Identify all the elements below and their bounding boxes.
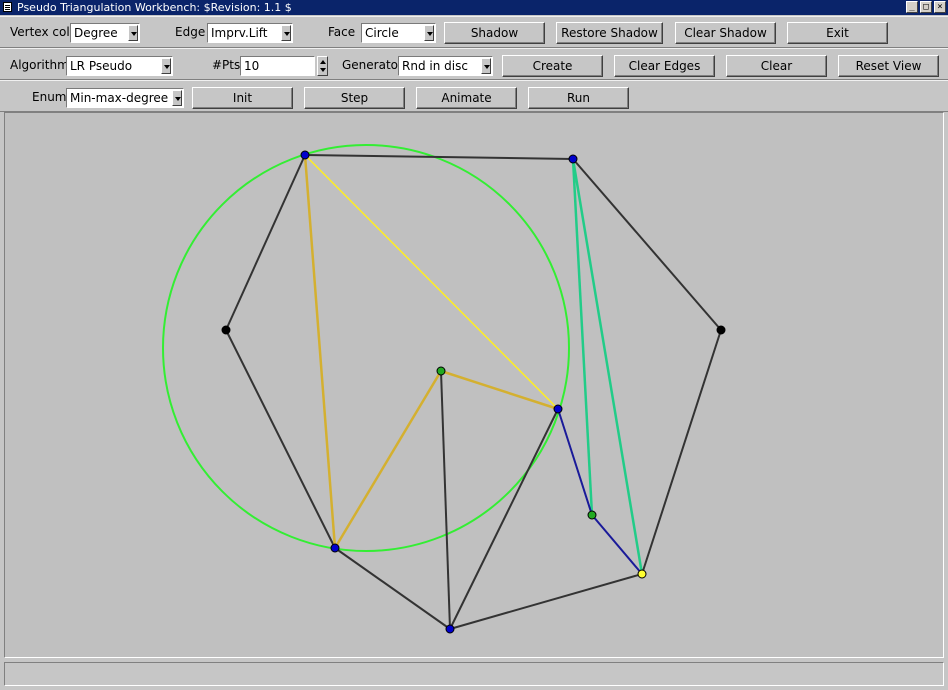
vertex[interactable] — [436, 366, 446, 376]
maximize-button[interactable]: □ — [920, 1, 932, 13]
algorithm-label: Algorithm — [10, 58, 69, 72]
face-select[interactable]: Circle — [361, 23, 436, 43]
vertex-col-value: Degree — [74, 26, 118, 40]
minimize-button[interactable]: _ — [906, 1, 918, 13]
vertex-col-select[interactable]: Degree — [70, 23, 140, 43]
restore-shadow-button[interactable]: Restore Shadow — [556, 22, 663, 44]
chevron-down-icon[interactable] — [481, 58, 491, 74]
create-button[interactable]: Create — [502, 55, 603, 77]
edge — [572, 158, 722, 331]
chevron-down-icon[interactable] — [281, 25, 291, 41]
vertex[interactable] — [221, 325, 231, 335]
display-toolbar: Vertex col Degree Edge Imprv.Lift Face C… — [0, 16, 948, 48]
close-button[interactable]: × — [934, 1, 946, 13]
vertex[interactable] — [637, 569, 647, 579]
vertex-col-label: Vertex col — [10, 25, 70, 39]
vertex[interactable] — [330, 543, 340, 553]
clear-shadow-button[interactable]: Clear Shadow — [675, 22, 776, 44]
npts-input[interactable]: 10 — [240, 56, 315, 76]
chevron-down-icon[interactable] — [161, 58, 171, 74]
edge — [225, 154, 306, 331]
vertex[interactable] — [445, 624, 455, 634]
edge — [449, 573, 643, 630]
edge — [333, 370, 443, 549]
face-label: Face — [328, 25, 356, 39]
animate-button[interactable]: Animate — [416, 87, 517, 109]
npts-label: #Pts — [212, 58, 241, 72]
enum-select[interactable]: Min-max-degree — [66, 88, 184, 108]
algorithm-toolbar: Algorithm LR Pseudo #Pts 10 Generator Rn… — [0, 48, 948, 80]
status-bar — [4, 662, 944, 686]
generator-value: Rnd in disc — [402, 59, 468, 73]
shadow-button[interactable]: Shadow — [444, 22, 545, 44]
npts-value: 10 — [244, 59, 260, 73]
canvas-drawing — [162, 144, 726, 634]
edge-value: Imprv.Lift — [211, 26, 268, 40]
title-bar: Pseudo Triangulation Workbench: $Revisio… — [0, 0, 948, 15]
enum-label: Enum — [32, 90, 67, 104]
edge — [440, 369, 559, 411]
generator-label: Generator — [342, 58, 403, 72]
face-circle — [162, 144, 570, 552]
npts-spinner[interactable] — [317, 56, 328, 76]
vertex[interactable] — [300, 150, 310, 160]
vertex[interactable] — [553, 404, 563, 414]
edge — [440, 370, 451, 630]
enumeration-toolbar: Enum Min-max-degree Init Step Animate Ru… — [0, 80, 948, 112]
vertex[interactable] — [587, 510, 597, 520]
step-button[interactable]: Step — [304, 87, 405, 109]
reset-view-button[interactable]: Reset View — [838, 55, 939, 77]
exit-button[interactable]: Exit — [787, 22, 888, 44]
edge — [449, 408, 559, 630]
clear-button[interactable]: Clear — [726, 55, 827, 77]
edge-label: Edge — [175, 25, 206, 39]
face-value: Circle — [365, 26, 399, 40]
vertex[interactable] — [568, 154, 578, 164]
chevron-down-icon[interactable] — [424, 25, 434, 41]
spin-down-icon[interactable] — [320, 68, 326, 72]
window-menu-icon[interactable] — [3, 2, 12, 12]
chevron-down-icon[interactable] — [128, 25, 138, 41]
edge-select[interactable]: Imprv.Lift — [207, 23, 293, 43]
generator-select[interactable]: Rnd in disc — [398, 56, 493, 76]
init-button[interactable]: Init — [192, 87, 293, 109]
run-button[interactable]: Run — [528, 87, 629, 109]
edge — [641, 329, 722, 575]
clear-edges-button[interactable]: Clear Edges — [614, 55, 715, 77]
vertex[interactable] — [716, 325, 726, 335]
chevron-down-icon[interactable] — [172, 90, 182, 106]
algorithm-value: LR Pseudo — [70, 59, 133, 73]
enum-value: Min-max-degree — [70, 91, 169, 105]
spin-up-icon[interactable] — [320, 60, 326, 64]
window-title: Pseudo Triangulation Workbench: $Revisio… — [17, 1, 292, 14]
edge — [304, 154, 559, 410]
algorithm-select[interactable]: LR Pseudo — [66, 56, 173, 76]
edge — [303, 154, 337, 549]
triangulation-canvas[interactable] — [4, 112, 944, 658]
edge — [334, 547, 451, 630]
edge — [225, 329, 336, 549]
